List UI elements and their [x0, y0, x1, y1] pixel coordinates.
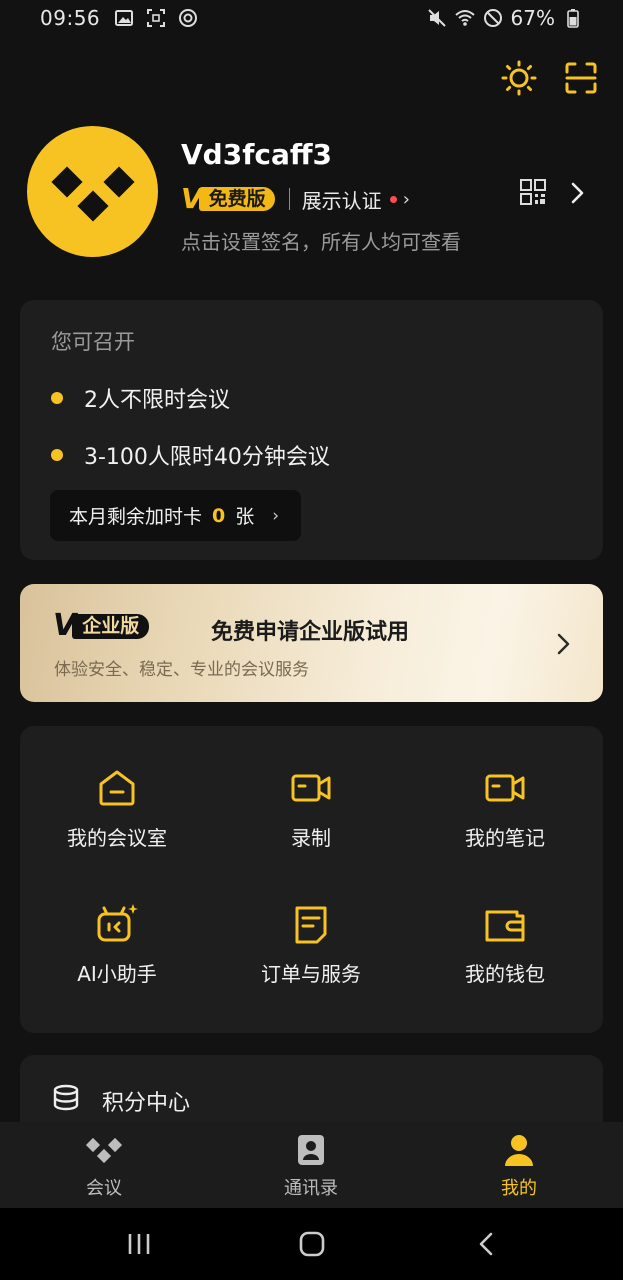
list-item-text: 3-100人限时40分钟会议	[84, 445, 330, 470]
feature-label: 我的笔记	[465, 826, 545, 850]
extra-time-prefix: 本月剩余加时卡	[69, 506, 203, 528]
system-navigation-bar	[0, 1208, 623, 1280]
status-bar: 09:56 67%	[0, 0, 623, 36]
gallery-notification-icon	[115, 10, 134, 26]
list-item: 3-100人限时40分钟会议	[51, 439, 330, 471]
list-item-text: 2人不限时会议	[84, 388, 230, 413]
theme-brightness-icon[interactable]	[501, 60, 537, 96]
back-icon[interactable]	[472, 1230, 502, 1258]
app-notification-icon	[179, 9, 198, 27]
meeting-tab-icon	[85, 1137, 123, 1164]
banner-title: 免费申请企业版试用	[211, 620, 410, 645]
extra-time-unit: 张	[235, 506, 255, 528]
wifi-icon	[454, 10, 475, 26]
bullet-dot	[51, 449, 63, 461]
wallet-icon	[485, 910, 525, 942]
feature-my-notes[interactable]: 我的笔记	[408, 766, 602, 851]
verify-label: 展示认证	[301, 188, 382, 213]
chevron-right-icon	[557, 633, 570, 655]
extra-time-card-button[interactable]: 本月剩余加时卡 0 张 ›	[50, 490, 301, 541]
top-actions	[501, 60, 599, 96]
feature-orders-services[interactable]: 订单与服务	[214, 902, 408, 987]
battery-icon	[567, 9, 579, 28]
feature-label: 我的钱包	[465, 962, 545, 986]
notes-icon	[485, 774, 525, 802]
username[interactable]: Vd3fcaff3	[181, 138, 332, 171]
coins-icon	[53, 1084, 79, 1111]
verify-link[interactable]: 展示认证 ›	[302, 185, 410, 214]
feature-grid: 我的会议室 录制 我的笔记 AI小助手 订单与服务 我的钱包	[20, 726, 603, 1033]
scan-icon[interactable]	[563, 60, 599, 96]
tab-label: 我的	[501, 1178, 537, 1199]
orders-icon	[295, 906, 327, 944]
screenshot-notification-icon	[147, 9, 166, 27]
tab-label: 会议	[86, 1178, 122, 1199]
feature-ai-assistant[interactable]: AI小助手	[20, 902, 214, 987]
badge-row: V 免费版 展示认证 ›	[181, 184, 410, 214]
feature-label: 我的会议室	[67, 826, 167, 850]
profile-tab-icon	[505, 1135, 533, 1166]
bullet-dot	[51, 392, 63, 404]
profile-chevron-right-icon[interactable]	[568, 180, 588, 206]
extra-time-count: 0	[212, 504, 226, 527]
tab-me[interactable]: 我的	[449, 1132, 589, 1200]
notification-dot	[389, 195, 397, 203]
recent-apps-icon[interactable]	[124, 1230, 154, 1258]
feature-my-wallet[interactable]: 我的钱包	[408, 902, 602, 987]
feature-label: 录制	[291, 826, 331, 850]
feature-recording[interactable]: 录制	[214, 766, 408, 851]
feature-label: 订单与服务	[261, 962, 361, 986]
banner-subtitle: 体验安全、稳定、专业的会议服务	[54, 660, 309, 680]
badge-label: 免费版	[198, 187, 275, 211]
enterprise-badge: V 企业版	[53, 611, 150, 641]
enterprise-trial-banner[interactable]: V 企业版 免费申请企业版试用 体验安全、稳定、专业的会议服务	[20, 584, 603, 702]
contacts-tab-icon	[298, 1135, 324, 1165]
tab-meetings[interactable]: 会议	[34, 1132, 174, 1200]
home-icon[interactable]	[297, 1230, 327, 1258]
do-not-disturb-icon	[483, 9, 502, 27]
chevron-right-icon: ›	[272, 505, 280, 526]
signature-hint[interactable]: 点击设置签名，所有人均可查看	[181, 226, 461, 255]
divider	[288, 188, 290, 210]
tab-label: 通讯录	[284, 1178, 338, 1199]
tab-contacts[interactable]: 通讯录	[241, 1132, 381, 1200]
status-time: 09:56	[40, 6, 101, 30]
meeting-room-icon	[99, 770, 135, 806]
app-logo-icon	[50, 165, 135, 222]
ai-assistant-icon	[97, 904, 138, 942]
chevron-right-icon: ›	[402, 188, 410, 210]
list-item: 2人不限时会议	[51, 382, 230, 414]
bottom-tab-bar: 会议 通讯录 我的	[0, 1122, 623, 1208]
battery-percent: 67%	[510, 6, 555, 30]
card-title: 您可召开	[51, 330, 135, 354]
qr-code-icon[interactable]	[519, 178, 547, 206]
feature-label: AI小助手	[77, 962, 157, 986]
membership-badge[interactable]: V 免费版	[181, 185, 275, 213]
points-title: 积分中心	[102, 1091, 191, 1116]
avatar[interactable]	[27, 126, 158, 257]
video-record-icon	[291, 774, 331, 802]
badge-label: 企业版	[72, 613, 150, 639]
feature-my-meeting-room[interactable]: 我的会议室	[20, 766, 214, 851]
mute-icon	[427, 9, 446, 27]
meeting-capability-card: 您可召开 2人不限时会议 3-100人限时40分钟会议 本月剩余加时卡 0 张 …	[20, 300, 603, 560]
